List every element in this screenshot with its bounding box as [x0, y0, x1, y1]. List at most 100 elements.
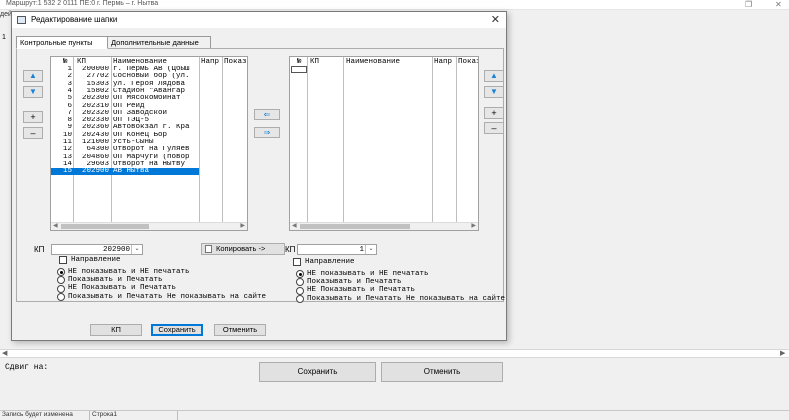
arrow-up-icon: ▲	[29, 71, 37, 80]
dialog-save-button[interactable]: Сохранить	[151, 324, 203, 336]
col-kp: КП	[77, 58, 87, 66]
arrow-left-icon: ⇐	[263, 110, 271, 119]
row-number: 9	[67, 124, 72, 132]
right-option-radio[interactable]	[296, 295, 304, 304]
cancel-button[interactable]: Отменить	[381, 362, 503, 382]
left-option-radio[interactable]	[57, 268, 65, 276]
right-grid-scrollbar[interactable]: ◀ ▶	[290, 222, 478, 230]
row-name: Сосновый бор (ул.	[113, 73, 190, 81]
kp-footer-button[interactable]: КП	[90, 324, 142, 336]
table-row[interactable]: 1 200000 г. Пермь АВ (Цбыш	[51, 66, 199, 73]
move-down-button[interactable]: ▼	[23, 86, 43, 98]
dialog-titlebar: Редактирование шапки ✕	[12, 12, 506, 28]
chevron-down-icon[interactable]: ⌄	[365, 245, 376, 254]
left-grid-scrollbar[interactable]: ◀ ▶	[51, 222, 247, 230]
table-row[interactable]: 4 15802 Стадион "Авангар	[51, 88, 199, 95]
copy-right-button[interactable]: ⇒	[254, 127, 280, 138]
right-control-points-grid[interactable]: № КП Наименование Напр Показ ◀ ▶	[289, 56, 479, 231]
close-icon[interactable]: ✕	[775, 0, 782, 9]
table-row[interactable]: 2 27702 Сосновый бор (ул.	[51, 73, 199, 80]
save-button[interactable]: Сохранить	[259, 362, 376, 382]
shift-label: Сдвиг на:	[5, 363, 49, 372]
row-number: 10	[62, 131, 72, 139]
row-name: Стадион "Авангар	[113, 87, 186, 95]
row-kp: 202430	[81, 131, 109, 139]
row-number: 8	[67, 117, 72, 125]
add-row-button[interactable]: +	[23, 111, 43, 123]
table-row[interactable]: 5 202300 ОП Мясокомбинат	[51, 95, 199, 102]
left-option-radio[interactable]	[57, 293, 65, 302]
row-name: ул. Героя Лядова	[113, 80, 186, 88]
right-move-down-button[interactable]: ▼	[484, 86, 504, 98]
row-kp: 64300	[86, 146, 109, 154]
table-row[interactable]: 10 202430 ОП Конец Бор	[51, 132, 199, 139]
left-direction-checkbox[interactable]	[59, 256, 67, 264]
dialog-title: Редактирование шапки	[31, 15, 118, 24]
row-kp: 202360	[81, 124, 109, 132]
table-row[interactable]: 11 121000 Усть-Сыны	[51, 139, 199, 146]
left-kp-combo[interactable]: 202900 ⌄	[51, 244, 143, 255]
right-option-label: Показывать и Печатать	[307, 277, 402, 286]
current-row-cell[interactable]	[291, 66, 307, 73]
row-kp: 121000	[81, 139, 109, 146]
table-row[interactable]: 7 202320 ОП Заводской	[51, 110, 199, 117]
right-option-radio[interactable]	[296, 270, 304, 278]
app-horizontal-scrollbar[interactable]: ◀ ▶	[0, 349, 789, 358]
right-remove-row-button[interactable]: –	[484, 122, 504, 134]
table-row[interactable]: 12 64300 Отворот на Гуляев	[51, 146, 199, 153]
row-number: 2	[67, 73, 72, 81]
copy-button[interactable]: Копировать ->	[201, 243, 285, 255]
copy-icon	[205, 245, 212, 253]
row-name: ОП Марчуги (повор	[113, 153, 190, 161]
table-row[interactable]: 6 202310 ОП Рейд	[51, 103, 199, 110]
row-kp: 200000	[81, 66, 109, 73]
remove-row-button[interactable]: –	[23, 127, 43, 139]
row-kp: 202300	[81, 95, 109, 103]
table-row[interactable]: 8 202330 ОП ТЭЦ-5	[51, 117, 199, 124]
row-kp: 204860	[81, 153, 109, 161]
move-up-button[interactable]: ▲	[23, 70, 43, 82]
minus-icon: –	[30, 128, 36, 138]
col-kp: КП	[310, 58, 320, 66]
table-row[interactable]: 14 29603 Отворот на Нытву	[51, 161, 199, 168]
right-kp-combo[interactable]: 1 ⌄	[297, 244, 377, 255]
row-number: 5	[67, 95, 72, 103]
right-option-label: НЕ Показывать и Печатать	[307, 286, 416, 295]
copy-left-button[interactable]: ⇐	[254, 109, 280, 120]
left-option-label: НЕ показывать и НЕ печатать	[68, 267, 190, 276]
left-option-radio[interactable]	[57, 284, 65, 293]
restore-icon[interactable]: ❐	[745, 0, 752, 9]
table-row[interactable]: 13 204860 ОП Марчуги (повор	[51, 154, 199, 161]
col-name: Наименование	[113, 58, 168, 66]
row-name: ОП Заводской	[113, 109, 168, 117]
arrow-down-icon: ▼	[490, 87, 498, 96]
col-show: Показ	[458, 58, 479, 66]
scroll-right-icon[interactable]: ▶	[780, 350, 785, 358]
tab-control-points[interactable]: Контрольные пункты	[16, 36, 108, 49]
dialog-close-icon[interactable]: ✕	[491, 13, 500, 26]
row-number: 15	[62, 168, 72, 176]
row-kp: 29603	[86, 160, 109, 168]
row-name: Автовокзал г. Кра	[113, 124, 190, 132]
table-row[interactable]: 3 15303 ул. Героя Лядова	[51, 81, 199, 88]
row-kp: 202900	[81, 168, 109, 176]
right-option-radio[interactable]	[296, 278, 304, 287]
right-move-up-button[interactable]: ▲	[484, 70, 504, 82]
right-kp-value: 1	[359, 246, 364, 254]
right-add-row-button[interactable]: +	[484, 107, 504, 119]
row-kp: 15802	[86, 87, 109, 95]
app-title: Маршрут:1 532 2 0111 ПЕ:0 г. Пермь – г. …	[6, 0, 159, 7]
dialog-cancel-button[interactable]: Отменить	[214, 324, 266, 336]
app-titlebar: Маршрут:1 532 2 0111 ПЕ:0 г. Пермь – г. …	[0, 0, 789, 10]
row-number: 12	[62, 146, 72, 154]
chevron-down-icon[interactable]: ⌄	[131, 245, 142, 254]
right-direction-checkbox[interactable]	[293, 258, 301, 266]
scroll-left-icon[interactable]: ◀	[2, 350, 7, 358]
left-control-points-grid[interactable]: № КП Наименование Напр Показ 1 200000 г. П…	[50, 56, 248, 231]
left-option-radio[interactable]	[57, 276, 65, 285]
right-option-radio[interactable]	[296, 286, 304, 295]
table-row[interactable]: 9 202360 Автовокзал г. Кра	[51, 124, 199, 131]
status-bar: Запись будет изменена Строка1	[0, 410, 789, 420]
table-row[interactable]: 15 202900 АВ Нытва	[51, 168, 199, 176]
left-option-label: НЕ Показывать и Печатать	[68, 284, 177, 293]
